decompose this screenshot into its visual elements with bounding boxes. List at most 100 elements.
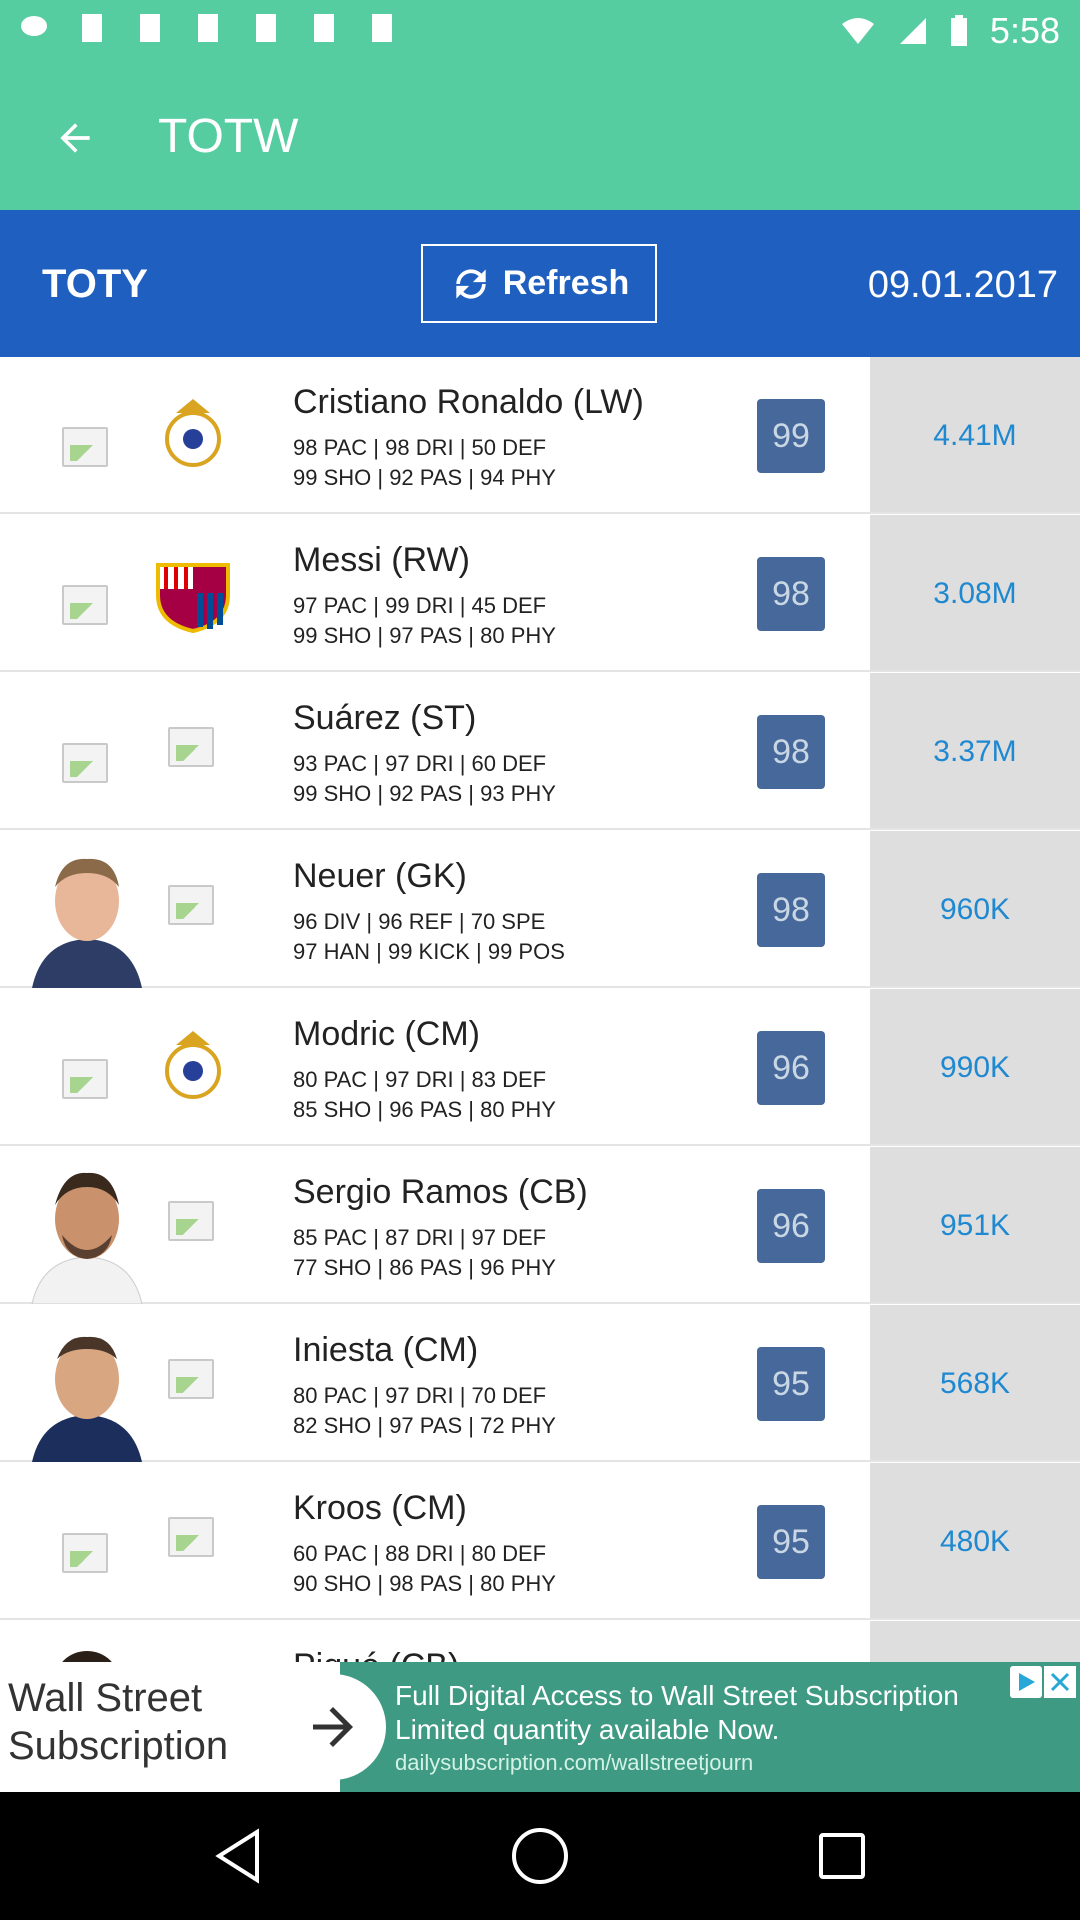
player-stats: 85 PAC | 87 DRI | 97 DEF 77 SHO | 86 PAS… [293,1223,556,1283]
player-image [22,989,152,1146]
stats-line: 85 PAC | 87 DRI | 97 DEF [293,1225,547,1250]
rating-badge: 98 [757,715,825,789]
player-price: 3.08M [933,576,1017,610]
player-stats: 93 PAC | 97 DRI | 60 DEF 99 SHO | 92 PAS… [293,749,556,809]
stats-line: 93 PAC | 97 DRI | 60 DEF [293,751,547,776]
ad-url: dailysubscription.com/wallstreetjourn [395,1750,754,1775]
square-recents-icon [819,1833,865,1879]
player-photo [22,1147,152,1305]
ad-close-button[interactable] [1044,1666,1076,1698]
player-name: Kroos (CM) [293,1489,467,1527]
stats-line: 96 DIV | 96 REF | 70 SPE [293,909,546,934]
player-row[interactable]: Suárez (ST) 93 PAC | 97 DRI | 60 DEF 99 … [0,673,1080,830]
app-notification-icon [194,12,222,48]
arrow-right-icon [313,1707,353,1747]
app-notification-icon [368,12,396,48]
ad-subline: Limited quantity available Now. [395,1714,780,1745]
status-right: 5:58 [840,10,1060,52]
player-image [22,673,152,830]
refresh-label: Refresh [502,264,630,302]
broken-image-icon [62,427,108,467]
ad-arrow-button[interactable] [280,1674,386,1780]
player-row[interactable]: Neuer (GK) 96 DIV | 96 REF | 70 SPE 97 H… [0,831,1080,988]
player-row[interactable]: Piqué (CB) [0,1621,1080,1662]
app-notification-icon [252,12,280,48]
clock: 5:58 [989,10,1060,51]
club-image [148,1177,238,1267]
player-name: Sergio Ramos (CB) [293,1173,588,1211]
nav-back-button[interactable] [208,1826,268,1886]
app-notification-icon [310,12,338,48]
rating-badge: 96 [757,1031,825,1105]
player-price: 4.41M [933,418,1017,452]
player-name: Messi (RW) [293,541,470,579]
notification-icons [20,12,396,48]
stats-line: 80 PAC | 97 DRI | 83 DEF [293,1067,547,1092]
rating-badge: 95 [757,1505,825,1579]
player-name: Piqué (CB) [293,1647,459,1662]
app-notification-icon [78,12,106,48]
circle-home-icon [512,1828,568,1884]
refresh-button[interactable]: Refresh [421,244,657,323]
chat-notification-icon [20,12,48,48]
status-bar: 5:58 [0,0,1080,63]
stats-line: 99 SHO | 97 PAS | 80 PHY [293,623,556,648]
price-column [870,1621,1080,1662]
player-price: 568K [939,1366,1011,1400]
player-list[interactable]: Cristiano Ronaldo (LW) 98 PAC | 98 DRI |… [0,357,1080,1662]
player-price: 960K [939,892,1011,926]
stats-line: 99 SHO | 92 PAS | 94 PHY [293,465,556,490]
player-name: Modric (CM) [293,1015,480,1053]
ad-banner[interactable]: Wall Street Subscription Full Digital Ac… [0,1662,1080,1792]
player-row[interactable]: Iniesta (CM) 80 PAC | 97 DRI | 70 DEF 82… [0,1305,1080,1462]
club-image [148,861,238,951]
player-photo [22,1305,152,1462]
stats-line: 97 HAN | 99 KICK | 99 POS [293,939,565,964]
broken-image-icon [168,727,214,767]
player-name: Cristiano Ronaldo (LW) [293,383,644,421]
toty-link[interactable]: TOTY [42,262,148,307]
player-name: Iniesta (CM) [293,1331,479,1369]
player-name: Suárez (ST) [293,699,477,737]
stats-line: 82 SHO | 97 PAS | 72 PHY [293,1413,556,1438]
rating-badge: 95 [757,1347,825,1421]
player-photo [22,831,152,988]
toolbar: TOTY Refresh 09.01.2017 [0,210,1080,357]
player-row[interactable]: Sergio Ramos (CB) 85 PAC | 87 DRI | 97 D… [0,1147,1080,1305]
rating-badge: 99 [757,399,825,473]
stats-line: 85 SHO | 96 PAS | 80 PHY [293,1097,556,1122]
ad-headline: Full Digital Access to Wall Street Subsc… [395,1680,959,1711]
barcelona-crest-icon [148,545,238,635]
arrow-back-icon [60,123,90,153]
triangle-back-icon [215,1828,259,1884]
player-price: 951K [939,1208,1011,1242]
nav-home-button[interactable] [510,1826,570,1886]
rating-badge: 98 [757,873,825,947]
player-row[interactable]: Modric (CM) 80 PAC | 97 DRI | 83 DEF 85 … [0,989,1080,1146]
refresh-icon [456,268,486,299]
wifi-icon [841,18,874,44]
nav-recents-button[interactable] [812,1826,872,1886]
stats-line: 80 PAC | 97 DRI | 70 DEF [293,1383,547,1408]
page-title: TOTW [158,110,299,163]
club-image [148,703,238,793]
rating-badge: 98 [757,557,825,631]
broken-image-icon [168,885,214,925]
club-image [148,1493,238,1583]
player-row[interactable]: Messi (RW) 97 PAC | 99 DRI | 45 DEF 99 S… [0,515,1080,672]
stats-line: 99 SHO | 92 PAS | 93 PHY [293,781,556,806]
player-price: 990K [939,1050,1011,1084]
back-button[interactable] [40,103,110,173]
player-stats: 98 PAC | 98 DRI | 50 DEF 99 SHO | 92 PAS… [293,433,556,493]
ad-choices-icon[interactable] [1010,1666,1042,1698]
player-price: 480K [939,1524,1011,1558]
broken-image-icon [62,585,108,625]
stats-line: 90 SHO | 98 PAS | 80 PHY [293,1571,556,1596]
close-icon [1050,1672,1070,1692]
broken-image-icon [168,1517,214,1557]
player-row[interactable]: Cristiano Ronaldo (LW) 98 PAC | 98 DRI |… [0,357,1080,514]
broken-image-icon [168,1201,214,1241]
broken-image-icon [62,1533,108,1573]
real-madrid-crest-icon [148,387,238,477]
player-row[interactable]: Kroos (CM) 60 PAC | 88 DRI | 80 DEF 90 S… [0,1463,1080,1620]
